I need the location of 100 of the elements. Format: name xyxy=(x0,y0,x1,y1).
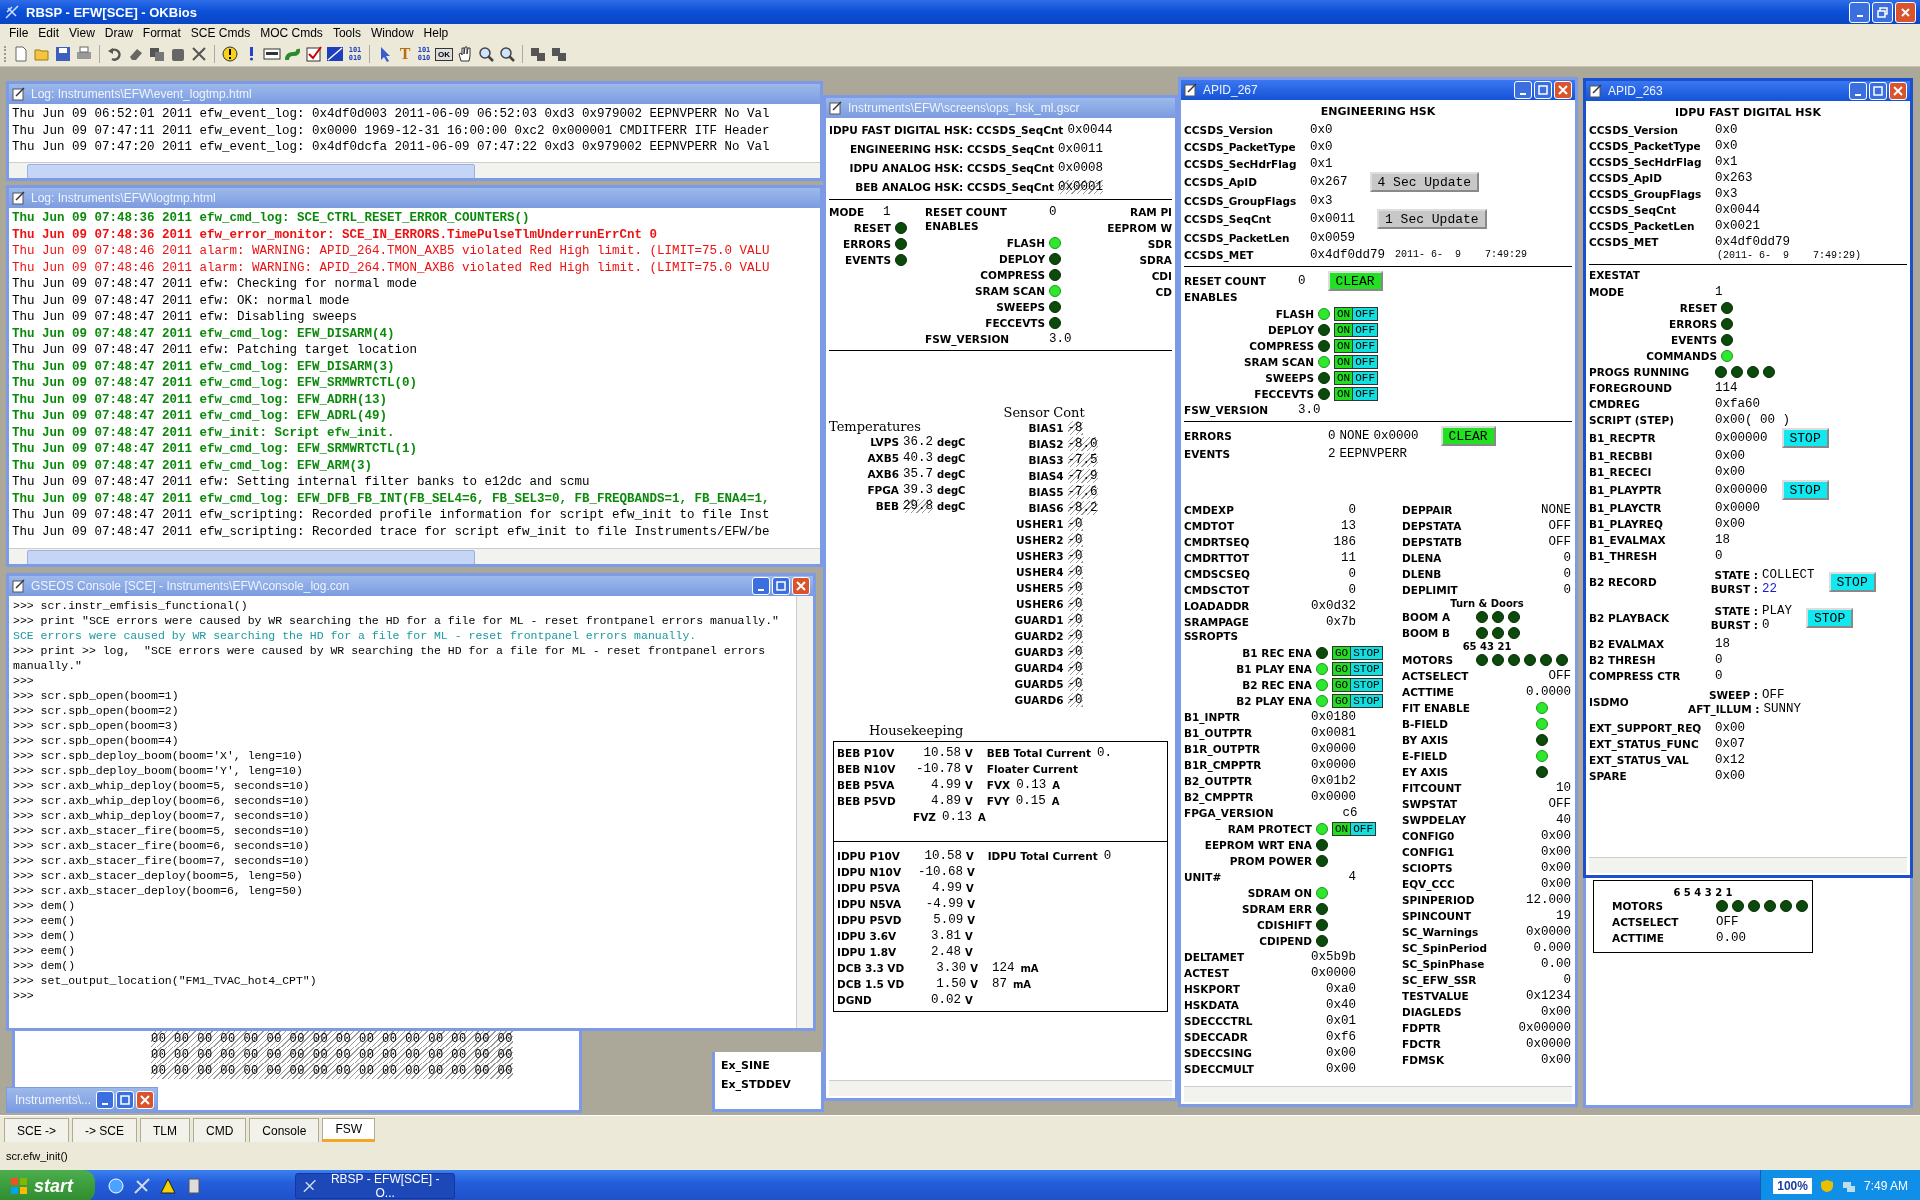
toggle-switch[interactable]: GO STOP xyxy=(1332,694,1383,708)
tab[interactable]: CMD xyxy=(193,1118,247,1142)
menu-item[interactable]: File xyxy=(4,26,34,40)
menu-item[interactable]: Format xyxy=(137,26,186,40)
close-button[interactable] xyxy=(136,1091,155,1109)
close-button[interactable] xyxy=(792,577,810,595)
horizontal-scrollbar[interactable] xyxy=(1589,857,1907,873)
menu-item[interactable]: Window xyxy=(365,26,419,40)
horizontal-scrollbar[interactable] xyxy=(9,162,820,178)
menu-item[interactable]: Tools xyxy=(327,26,366,40)
indicator-label: E-FIELD xyxy=(1402,750,1449,762)
zoom-level[interactable]: 100% xyxy=(1773,1178,1812,1194)
stop-button[interactable]: STOP xyxy=(1781,428,1829,448)
field-value: 0x1 xyxy=(1715,155,1738,169)
indicator-label: EY AXIS xyxy=(1402,766,1450,778)
tab[interactable]: TLM xyxy=(140,1118,191,1142)
minimize-button[interactable] xyxy=(96,1091,115,1109)
toggle-switch[interactable]: ON OFF xyxy=(1334,307,1378,321)
menu-item[interactable]: Help xyxy=(418,26,454,40)
horizontal-scrollbar[interactable] xyxy=(1184,1086,1572,1102)
menu-item[interactable]: SCE Cmds xyxy=(185,26,256,40)
field-value: OFF xyxy=(1716,915,1739,929)
close-button[interactable] xyxy=(1554,81,1572,99)
indicator-label: FLASH xyxy=(1274,308,1314,320)
field-value: 0x4df0dd79 xyxy=(1715,235,1790,249)
tab[interactable]: -> SCE xyxy=(72,1118,138,1142)
horizontal-scrollbar[interactable] xyxy=(9,548,820,564)
field-label: DCB 1.5 VD xyxy=(837,978,905,990)
tab[interactable]: FSW xyxy=(322,1118,376,1142)
console-line: >>> scr.spb_deploy_boom(boom='Y', leng=10) xyxy=(13,763,304,778)
clear-button[interactable]: CLEAR xyxy=(1440,426,1496,446)
update-button[interactable]: 1 Sec Update xyxy=(1377,209,1487,229)
minimize-button[interactable] xyxy=(1849,82,1867,100)
minimize-button[interactable] xyxy=(1849,1,1870,23)
toggle-switch[interactable]: ON OFF xyxy=(1334,387,1378,401)
stop-button[interactable]: STOP xyxy=(1806,608,1854,628)
tab[interactable]: Console xyxy=(249,1118,320,1142)
console-line: >>> print >> log, "SCE errors were caused by WR searching the HD for a file for ML - reset frontpanel errors manually." xyxy=(13,643,767,673)
field-value: 0xf6 xyxy=(1325,1030,1356,1044)
restore-button[interactable] xyxy=(1872,1,1893,23)
ok-icon[interactable]: OK xyxy=(435,47,453,61)
copy-icon[interactable] xyxy=(148,45,166,63)
list-item[interactable]: Ex_SINE xyxy=(721,1056,815,1075)
log-line: Thu Jun 09 07:48:47 2011 efw: Checking for normal mode xyxy=(12,276,419,293)
maximize-button[interactable] xyxy=(116,1091,135,1109)
hand-icon[interactable] xyxy=(456,45,474,63)
log-line: Thu Jun 09 07:48:47 2011 efw_cmd_log: EFW_SRMWRTCTL(1) xyxy=(12,441,419,458)
stop-button[interactable]: STOP xyxy=(1828,572,1876,592)
menu-item[interactable]: View xyxy=(64,26,100,40)
toggle-switch[interactable]: ON OFF xyxy=(1334,371,1378,385)
field-label: USHER3 xyxy=(1015,550,1064,562)
minimize-button[interactable] xyxy=(1514,81,1532,99)
field-label: IDPU P5VD xyxy=(837,914,902,926)
delete-icon[interactable] xyxy=(190,45,208,63)
toggle-switch[interactable]: ON OFF xyxy=(1332,822,1376,836)
toggle-switch[interactable]: GO STOP xyxy=(1332,678,1383,692)
toggle-switch[interactable]: GO STOP xyxy=(1332,646,1383,660)
taskbar-button[interactable]: RBSP - EFW[SCE] - O... xyxy=(295,1173,455,1199)
chart-icon[interactable] xyxy=(326,45,344,63)
undo-icon[interactable] xyxy=(106,45,124,63)
network-icon[interactable] xyxy=(1841,1179,1856,1193)
menu-item[interactable]: Edit xyxy=(33,26,65,40)
update-button[interactable]: 4 Sec Update xyxy=(1369,172,1480,192)
keyboard-icon[interactable] xyxy=(263,45,281,63)
menu-item[interactable]: MOC Cmds xyxy=(255,26,328,40)
toggle-switch[interactable]: ON OFF xyxy=(1334,323,1378,337)
field-label: B1_THRESH xyxy=(1589,550,1659,562)
layers-icon[interactable] xyxy=(529,45,547,63)
zoom-icon[interactable] xyxy=(477,45,495,63)
close-button[interactable] xyxy=(1889,82,1907,100)
maximize-button[interactable] xyxy=(1534,81,1552,99)
field-value: 0 xyxy=(1762,618,1770,632)
layers-icon[interactable] xyxy=(550,45,568,63)
field-label: EQV_CCC xyxy=(1402,878,1456,890)
field-label: BEB xyxy=(874,500,899,512)
check-icon[interactable] xyxy=(305,45,323,63)
vertical-scrollbar[interactable] xyxy=(796,596,813,1028)
toggle-switch[interactable]: ON OFF xyxy=(1334,355,1378,369)
tab[interactable]: SCE -> xyxy=(4,1118,69,1142)
console-line: >>> dem() xyxy=(13,898,77,913)
horizontal-scrollbar[interactable] xyxy=(829,1080,1172,1096)
new-icon[interactable] xyxy=(12,45,30,63)
clear-button[interactable]: CLEAR xyxy=(1327,271,1383,291)
maximize-button[interactable] xyxy=(1869,82,1887,100)
zoom-icon[interactable] xyxy=(498,45,516,63)
save-icon[interactable] xyxy=(54,45,72,63)
menu-item[interactable]: Draw xyxy=(99,26,138,40)
toggle-switch[interactable]: GO STOP xyxy=(1332,662,1383,676)
clock: 7:49 AM xyxy=(1863,1179,1908,1193)
list-item[interactable]: Ex_STDDEV xyxy=(721,1075,815,1094)
warning-icon[interactable] xyxy=(221,45,239,63)
field-value: 0x00 xyxy=(1325,1046,1356,1060)
field-value: 0xfa60 xyxy=(1715,397,1760,411)
maximize-button[interactable] xyxy=(772,577,790,595)
minimize-button[interactable] xyxy=(752,577,770,595)
close-button[interactable] xyxy=(1895,1,1916,23)
maximize-icon xyxy=(120,1095,131,1105)
field-label: CCSDS_GroupFlags xyxy=(1589,188,1703,200)
stop-button[interactable]: STOP xyxy=(1781,480,1829,500)
toggle-switch[interactable]: ON OFF xyxy=(1334,339,1378,353)
